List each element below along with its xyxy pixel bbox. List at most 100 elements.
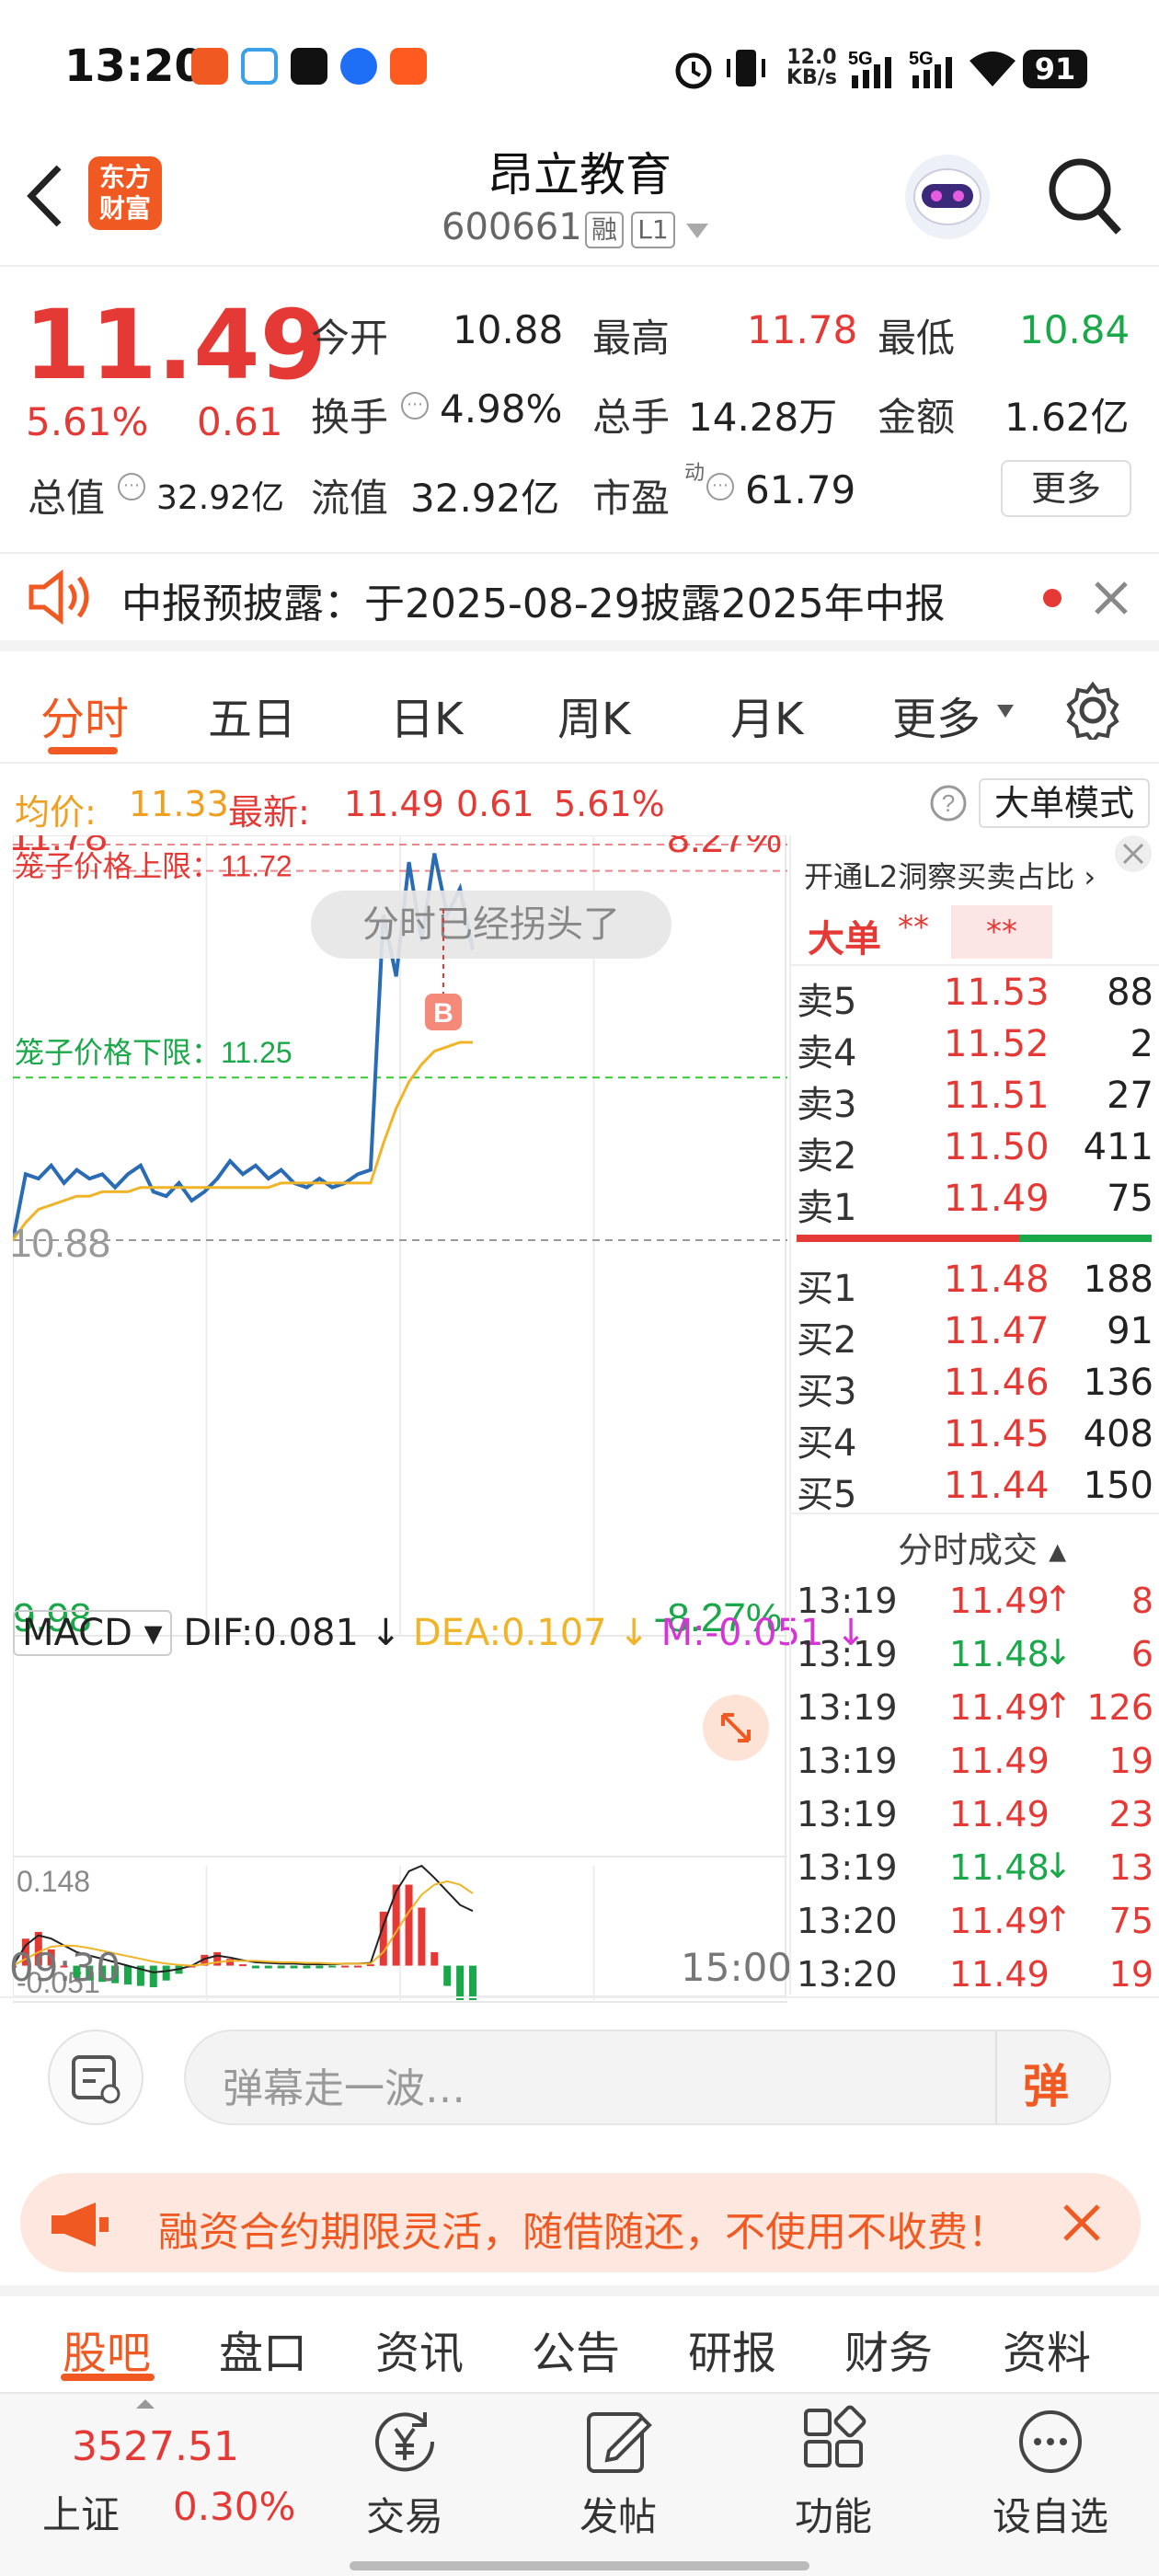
tab-monthly-k[interactable]: 月K [730, 683, 803, 747]
y-base-label: 10.88 [13, 1221, 110, 1266]
ask-price: 11.50 [944, 1126, 1050, 1168]
bottom-tab-5[interactable]: 财务 [844, 2317, 933, 2381]
bottom-tab-4[interactable]: 研报 [688, 2317, 776, 2381]
l2-promo-link[interactable]: 开通L2洞察买卖占比 › [804, 854, 1096, 896]
ask-row[interactable]: 卖5 11.53 88 [797, 968, 1157, 1023]
info-icon[interactable]: ⋯ [401, 392, 429, 420]
close-icon[interactable] [1113, 834, 1153, 874]
info-icon[interactable]: ⋯ [706, 473, 734, 500]
more-button[interactable]: 更多 [1001, 460, 1131, 517]
wifi-icon [970, 52, 1016, 86]
robot-assistant-icon[interactable] [901, 151, 993, 243]
macd-bar [124, 1965, 132, 1985]
comment-settings-button[interactable] [48, 2030, 143, 2125]
tab-weekly-k[interactable]: 周K [557, 683, 630, 747]
help-icon[interactable]: ? [929, 784, 968, 822]
intraday-chart[interactable]: 11.78 8.27%笼子价格上限：11.72笼子价格下限：11.2510.889… [13, 835, 787, 2004]
bid-volume: 91 [1107, 1310, 1153, 1352]
tick-row: 13:19 11.49 ↑ 126 [797, 1684, 1157, 1737]
bottom-tab-1[interactable]: 盘口 [219, 2317, 307, 2381]
search-icon[interactable] [1045, 155, 1124, 237]
macd-select[interactable]: MACD ▾ [13, 1610, 172, 1656]
tick-price: 11.49 [949, 1794, 1050, 1834]
ask-row[interactable]: 卖2 11.50 411 [797, 1122, 1157, 1178]
bottom-tab-3[interactable]: 公告 [532, 2317, 620, 2381]
tick-time: 13:19 [797, 1634, 898, 1674]
tick-row: 13:20 11.49 19 [797, 1950, 1157, 2004]
tab-five-day[interactable]: 五日 [208, 683, 296, 747]
tooltip-text: 分时已经拐头了 [362, 904, 620, 945]
low-value: 10.84 [1019, 307, 1130, 352]
low-label: 最低 [878, 316, 956, 361]
stock-code: 600661 [442, 206, 582, 248]
level-badge[interactable]: L1 [631, 212, 675, 248]
danmu-send-button[interactable]: 弹 [1023, 2050, 1069, 2116]
macd-bar [341, 1965, 350, 1968]
ask-row[interactable]: 卖4 11.52 2 [797, 1019, 1157, 1075]
dropdown-arrow-icon[interactable] [995, 703, 1016, 719]
macd-bar [264, 1965, 272, 1969]
ticks-title[interactable]: 分时成交 ▴ [898, 1522, 1066, 1572]
bid-row[interactable]: 买2 11.47 91 [797, 1306, 1157, 1362]
tab-more[interactable]: 更多 [892, 683, 981, 747]
danmu-input[interactable]: 弹幕走一波… 弹 [184, 2030, 1111, 2125]
bid-row[interactable]: 买5 11.44 150 [797, 1461, 1157, 1516]
danmu-placeholder: 弹幕走一波… [223, 2065, 465, 2112]
bid-row[interactable]: 买1 11.48 188 [797, 1255, 1157, 1310]
bid-row[interactable]: 买4 11.45 408 [797, 1409, 1157, 1465]
index-name[interactable]: 上证 [42, 2484, 120, 2540]
big-order-mode-button[interactable]: 大单模式 [979, 778, 1150, 828]
tab-daily-k[interactable]: 日K [390, 683, 463, 747]
yen-exchange-icon[interactable] [368, 2405, 442, 2478]
info-icon[interactable]: ⋯ [118, 473, 145, 500]
bottom-tab-6[interactable]: 资料 [1003, 2317, 1091, 2381]
macd-bar [405, 1884, 413, 1966]
more-dots-icon[interactable] [1014, 2405, 1087, 2478]
tiktok-icon [291, 48, 327, 85]
pe-dynamic-mark: 动 [684, 462, 706, 485]
tick-time: 13:20 [797, 1954, 898, 1995]
ask-row[interactable]: 卖3 11.51 27 [797, 1071, 1157, 1126]
macd-bar [162, 1965, 170, 1981]
index-value[interactable]: 3527.51 [72, 2423, 239, 2470]
nav-add-watchlist-label[interactable]: 设自选 [977, 2486, 1124, 2542]
gear-icon[interactable] [1063, 681, 1122, 740]
close-icon[interactable] [1093, 580, 1130, 616]
nav-post-label[interactable]: 发帖 [545, 2486, 692, 2542]
nav-functions-label[interactable]: 功能 [760, 2486, 907, 2542]
macd-bar [328, 1965, 337, 1968]
edit-icon[interactable] [581, 2405, 655, 2478]
bottom-tab-2[interactable]: 资讯 [375, 2317, 464, 2381]
home-indicator[interactable] [350, 2561, 809, 2570]
change-percent: 5.61% [26, 399, 149, 444]
tick-volume: 19 [1108, 1954, 1153, 1995]
upper-limit-label: 笼子价格上限：11.72 [15, 850, 293, 883]
volume-label: 总手 [592, 395, 671, 440]
bid-row[interactable]: 买3 11.46 136 [797, 1358, 1157, 1413]
ask-label: 卖3 [797, 1084, 857, 1126]
volume-value: 14.28万 [688, 395, 838, 440]
ad-banner[interactable]: 融资合约期限灵活，随借随还，不使用不收费！ [20, 2173, 1141, 2272]
grid-icon[interactable] [797, 2405, 870, 2478]
dropdown-arrow-icon[interactable] [684, 221, 710, 241]
macd-bar [366, 1964, 374, 1967]
tick-price: 11.49 [949, 1581, 1050, 1621]
latest-value: 11.49 [344, 784, 444, 824]
close-icon[interactable] [1061, 2202, 1102, 2243]
tab-intraday[interactable]: 分时 [40, 683, 129, 747]
bottom-tab-0[interactable]: 股吧 [63, 2317, 151, 2381]
index-pct[interactable]: 0.30% [173, 2484, 295, 2529]
ask-row[interactable]: 卖1 11.49 75 [797, 1174, 1157, 1229]
tick-time: 13:19 [797, 1847, 898, 1888]
tick-volume: 6 [1130, 1634, 1153, 1674]
ad-text[interactable]: 融资合约期限灵活，随借随还，不使用不收费！ [158, 2199, 1041, 2258]
bid-volume: 188 [1083, 1259, 1153, 1301]
high-value: 11.78 [747, 307, 858, 352]
tick-time: 13:19 [797, 1794, 898, 1834]
bid-price: 11.45 [944, 1413, 1050, 1455]
notice-text[interactable]: 中报预披露：于2025-08-29披露2025年中报 [121, 570, 946, 629]
nav-trade-label[interactable]: 交易 [331, 2486, 478, 2542]
time-end-label: 15:00 [681, 1945, 793, 1990]
tick-direction: ↓ [1043, 1632, 1073, 1673]
svg-text:5G: 5G [909, 49, 934, 69]
